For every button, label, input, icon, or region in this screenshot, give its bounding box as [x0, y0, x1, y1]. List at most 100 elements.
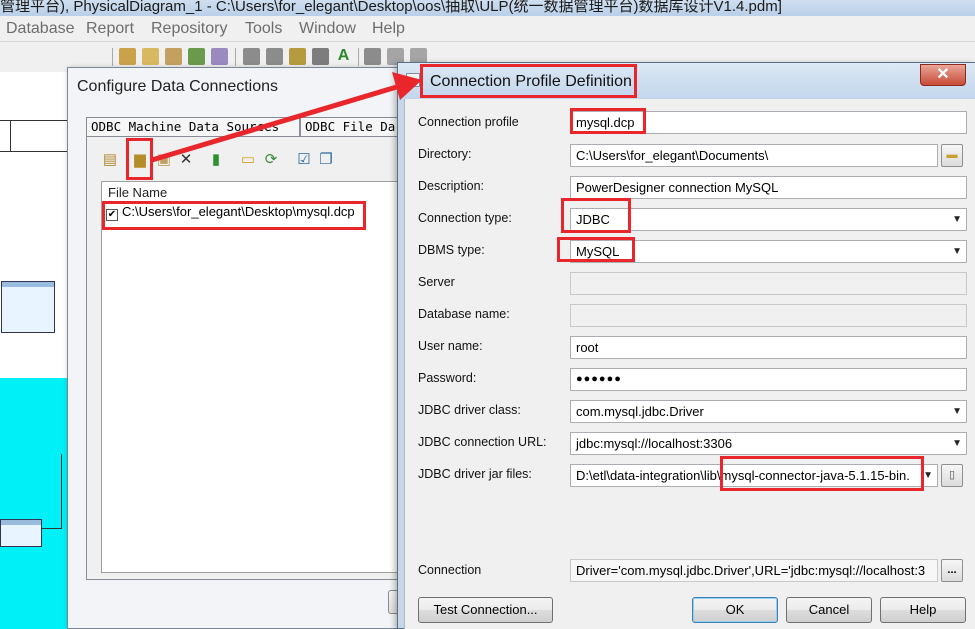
new-data-source-icon[interactable]: ▣	[155, 151, 173, 169]
database-name-field[interactable]	[570, 304, 967, 327]
menu-bar: Database Report Repository Tools Window …	[0, 16, 975, 42]
delete-icon[interactable]: ✕	[177, 151, 195, 169]
model-icon[interactable]	[119, 48, 136, 65]
menu-tools[interactable]: Tools	[245, 20, 282, 38]
dialog-title: Configure Data Connections	[77, 78, 279, 95]
app-title: 管理平台), PhysicalDiagram_1 - C:\Users\for_…	[0, 0, 782, 15]
pointer-icon[interactable]	[243, 48, 260, 65]
connection-profile-definition-dialog: Connection Profile Definition ✕ Connecti…	[397, 62, 975, 629]
tab-odbc-machine-data-sources[interactable]: ODBC Machine Data Sources	[86, 117, 300, 137]
diagram-entity[interactable]	[1, 281, 55, 333]
close-button[interactable]: ✕	[920, 64, 966, 86]
user-name-field[interactable]: root	[570, 336, 967, 359]
menu-help[interactable]: Help	[372, 20, 405, 38]
add-data-source-icon[interactable]: ▆	[131, 151, 149, 169]
folder-icon: ▬	[946, 149, 958, 161]
jar-path-prefix: D:\etl\data-integration\lib\	[576, 468, 721, 483]
dropdown-arrow-icon: ▼	[952, 246, 962, 257]
diagram-line	[10, 121, 11, 151]
menu-repository[interactable]: Repository	[151, 20, 227, 38]
password-field[interactable]: ●●●●●●	[570, 368, 967, 391]
entity-icon[interactable]	[165, 48, 182, 65]
connection-string-field[interactable]: Driver='com.mysql.jdbc.Driver',URL='jdbc…	[570, 559, 938, 582]
dropdown-arrow-icon: ▼	[952, 406, 962, 417]
diagram-entity[interactable]	[0, 519, 42, 547]
open-folder-icon[interactable]: ▭	[239, 151, 257, 169]
toolbar-separator	[235, 48, 236, 66]
label-user-name: User name:	[418, 339, 483, 353]
dbms-type-select[interactable]: MySQL ▼	[570, 240, 967, 263]
browse-folder-button[interactable]: ▬	[941, 144, 963, 167]
dropdown-arrow-icon: ▼	[952, 214, 962, 225]
dialog-title: Connection Profile Definition	[430, 73, 632, 90]
label-directory: Directory:	[418, 147, 472, 161]
label-connection-profile: Connection profile	[418, 115, 519, 129]
row-checkbox[interactable]: ✔	[106, 209, 118, 221]
refresh-icon[interactable]	[188, 48, 205, 65]
label-jdbc-driver-class: JDBC driver class:	[418, 403, 521, 417]
deselect-icon[interactable]: ❐	[317, 151, 335, 169]
jdbc-driver-jar-select[interactable]: D:\etl\data-integration\lib\mysql-connec…	[570, 464, 938, 487]
server-field[interactable]	[570, 272, 967, 295]
properties-icon[interactable]: ▤	[101, 151, 119, 169]
browse-jar-button[interactable]: ▯	[941, 464, 963, 487]
jdbc-connection-url-select[interactable]: jdbc:mysql://localhost:3306 ▼	[570, 432, 967, 455]
list-item[interactable]: ✔ C:\Users\for_elegant\Desktop\mysql.dcp	[106, 204, 355, 222]
test-connection-button[interactable]: Test Connection...	[418, 597, 553, 623]
tab-odbc-file-data-sources[interactable]: ODBC File Da	[300, 117, 408, 137]
connection-profile-field[interactable]: mysql.dcp	[570, 111, 967, 134]
menu-window[interactable]: Window	[299, 20, 356, 38]
connect-icon[interactable]: ▮	[207, 151, 225, 169]
menu-database[interactable]: Database	[6, 20, 75, 38]
jdbc-connection-url-value: jdbc:mysql://localhost:3306	[576, 436, 733, 451]
connection-type-select[interactable]: JDBC ▼	[570, 208, 967, 231]
cancel-button[interactable]: Cancel	[786, 597, 872, 623]
refresh-icon[interactable]: ⟳	[262, 151, 280, 169]
toolbar-separator	[112, 48, 113, 66]
jar-file-name: mysql-connector-java-5.1.15-bin.	[720, 468, 910, 483]
help-button[interactable]: Help	[880, 597, 966, 623]
text-icon[interactable]: A	[335, 48, 352, 65]
jdbc-driver-class-select[interactable]: com.mysql.jdbc.Driver ▼	[570, 400, 967, 423]
connection-type-value: JDBC	[576, 212, 610, 227]
app-title-bar: 管理平台), PhysicalDiagram_1 - C:\Users\for_…	[0, 0, 975, 16]
connection-details-button[interactable]: ...	[941, 559, 963, 582]
label-password: Password:	[418, 371, 477, 385]
jdbc-driver-class-value: com.mysql.jdbc.Driver	[576, 404, 704, 419]
label-dbms-type: DBMS type:	[418, 243, 485, 257]
dialog-icon	[406, 73, 420, 87]
label-connection: Connection	[418, 563, 482, 577]
configure-data-connections-dialog: Configure Data Connections ODBC Machine …	[67, 67, 408, 629]
toolbar-separator	[358, 48, 359, 66]
label-description: Description:	[418, 179, 484, 193]
pencil-icon[interactable]	[289, 48, 306, 65]
file-icon: ▯	[948, 469, 956, 481]
dropdown-arrow-icon: ▼	[923, 470, 933, 481]
label-database-name: Database name:	[418, 307, 510, 321]
dbms-type-value: MySQL	[576, 244, 620, 259]
diagram-line	[0, 151, 70, 152]
diagram-link	[42, 528, 62, 529]
tab-panel: ▤ ▆ ▣ ✕ ▮ ▭ ⟳ ☑ ❐ File Name ✔ C:\Users\fo…	[86, 136, 408, 580]
dropdown-arrow-icon: ▼	[952, 438, 962, 449]
label-jdbc-driver-jar-files: JDBC driver jar files:	[418, 467, 532, 481]
dialog-title-bar: Connection Profile Definition ✕	[398, 63, 975, 99]
check-model-icon[interactable]	[211, 48, 228, 65]
directory-field[interactable]: C:\Users\for_elegant\Documents\	[570, 144, 938, 167]
select-icon[interactable]: ☑	[295, 151, 313, 169]
label-server: Server	[418, 275, 455, 289]
data-source-list[interactable]: File Name ✔ C:\Users\for_elegant\Desktop\…	[101, 181, 407, 573]
diagram-link	[61, 454, 62, 529]
align-icon[interactable]	[364, 48, 381, 65]
column-header-file-name[interactable]: File Name	[108, 185, 167, 200]
package-icon[interactable]	[142, 48, 159, 65]
ok-button[interactable]: OK	[692, 597, 778, 623]
file-path: C:\Users\for_elegant\Desktop\mysql.dcp	[122, 204, 355, 219]
description-field[interactable]: PowerDesigner connection MySQL	[570, 176, 967, 199]
dialog-body: Connection profile mysql.dcp Directory: …	[404, 99, 975, 629]
menu-report[interactable]: Report	[86, 20, 134, 38]
tab-strip: ODBC Machine Data Sources ODBC File Da	[86, 117, 408, 137]
fill-icon[interactable]	[312, 48, 329, 65]
label-connection-type: Connection type:	[418, 211, 512, 225]
grabber-icon[interactable]	[266, 48, 283, 65]
